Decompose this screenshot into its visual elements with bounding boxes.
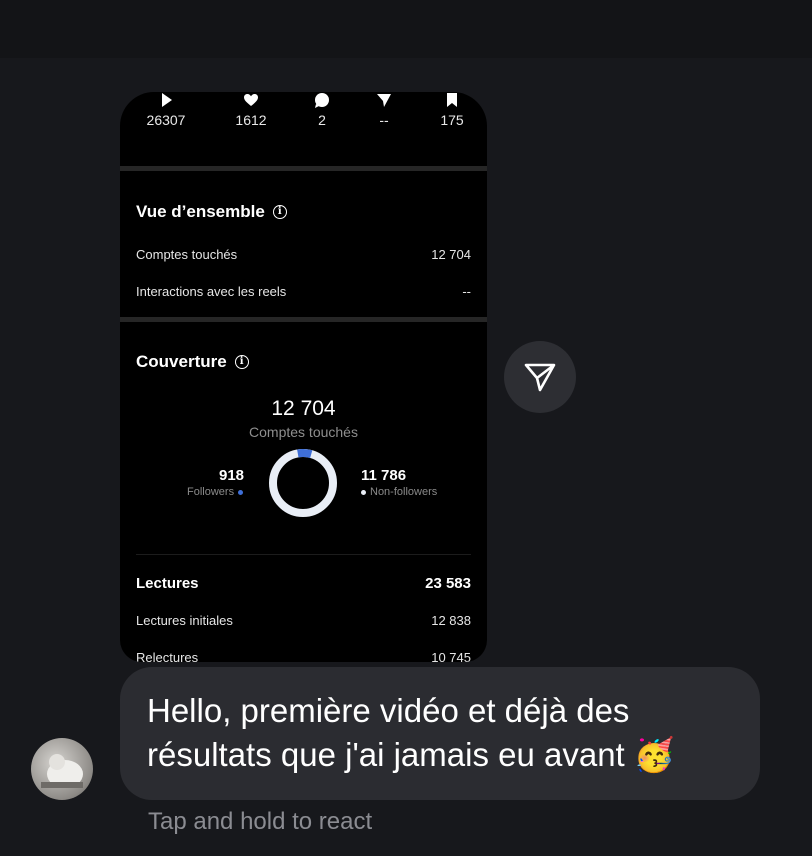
stat-value: 1612 [235, 112, 267, 128]
stat-comments: 2 [292, 92, 352, 128]
followers-dot [238, 489, 244, 495]
plays-title: Lectures [136, 575, 199, 592]
plays-row: Relectures 10 745 [136, 650, 471, 662]
coverage-title-text: Couverture [136, 352, 227, 371]
stat-value: 175 [440, 112, 464, 128]
row-value: 12 838 [431, 613, 471, 628]
donut-nonfollowers-segment [269, 449, 337, 517]
plays-total: 23 583 [425, 575, 471, 592]
bookmark-icon [447, 93, 457, 107]
plays-header: Lectures 23 583 [136, 575, 471, 592]
nonfollowers-label: Non-followers [361, 486, 437, 498]
coverage-title: Couverture i [136, 352, 249, 372]
message-text: Hello, première vidéo et déjà des résult… [147, 692, 675, 773]
react-hint: Tap and hold to react [148, 808, 373, 835]
nonfollowers-value: 11 786 [361, 467, 407, 484]
stat-likes: 1612 [221, 92, 281, 128]
play-icon [162, 93, 172, 107]
overview-title: Vue d’ensemble i [136, 202, 287, 222]
plays-row: Lectures initiales 12 838 [136, 613, 471, 628]
donut-followers-segment [269, 449, 337, 517]
row-label: Interactions avec les reels [136, 284, 287, 299]
row-value: -- [462, 284, 471, 299]
heart-icon [244, 94, 258, 106]
row-label: Relectures [136, 650, 199, 662]
comment-icon [315, 93, 329, 108]
avatar[interactable] [31, 738, 93, 800]
top-bar [0, 0, 812, 58]
send-icon [524, 363, 556, 392]
row-label: Lectures initiales [136, 613, 233, 628]
stat-saves: 175 [422, 92, 482, 128]
section-separator [120, 317, 487, 322]
stat-value: -- [379, 112, 389, 128]
overview-row: Interactions avec les reels -- [136, 284, 471, 299]
stat-shares: -- [354, 92, 414, 128]
stats-row: 26307 1612 2 -- 175 [120, 92, 487, 166]
stat-plays: 26307 [136, 92, 196, 128]
stat-value: 26307 [146, 112, 186, 128]
coverage-total: 12 704 [271, 397, 336, 420]
shared-screenshot-card[interactable]: 26307 1612 2 -- 175 Vue d’ensemble i Com… [120, 92, 487, 662]
followers-label-text: Followers [187, 486, 235, 498]
row-label: Comptes touchés [136, 247, 238, 262]
info-icon[interactable]: i [234, 355, 249, 369]
row-value: 10 745 [431, 650, 471, 662]
coverage-donut [269, 449, 337, 517]
overview-row: Comptes touchés 12 704 [136, 247, 471, 262]
divider [136, 554, 471, 555]
share-button[interactable] [504, 341, 576, 413]
section-separator [120, 166, 487, 171]
followers-label: Followers [187, 486, 244, 498]
coverage-total-label: Comptes touchés [249, 424, 358, 440]
overview-title-text: Vue d’ensemble [136, 202, 265, 221]
message-bubble[interactable]: Hello, première vidéo et déjà des résult… [120, 667, 760, 800]
info-icon[interactable]: i [272, 205, 287, 219]
share-icon [377, 94, 391, 107]
nonfollowers-dot [361, 489, 366, 495]
stat-value: 2 [318, 112, 326, 128]
followers-value: 918 [219, 467, 245, 484]
avatar-image [41, 754, 83, 788]
nonfollowers-label-text: Non-followers [370, 486, 438, 498]
row-value: 12 704 [431, 247, 471, 262]
